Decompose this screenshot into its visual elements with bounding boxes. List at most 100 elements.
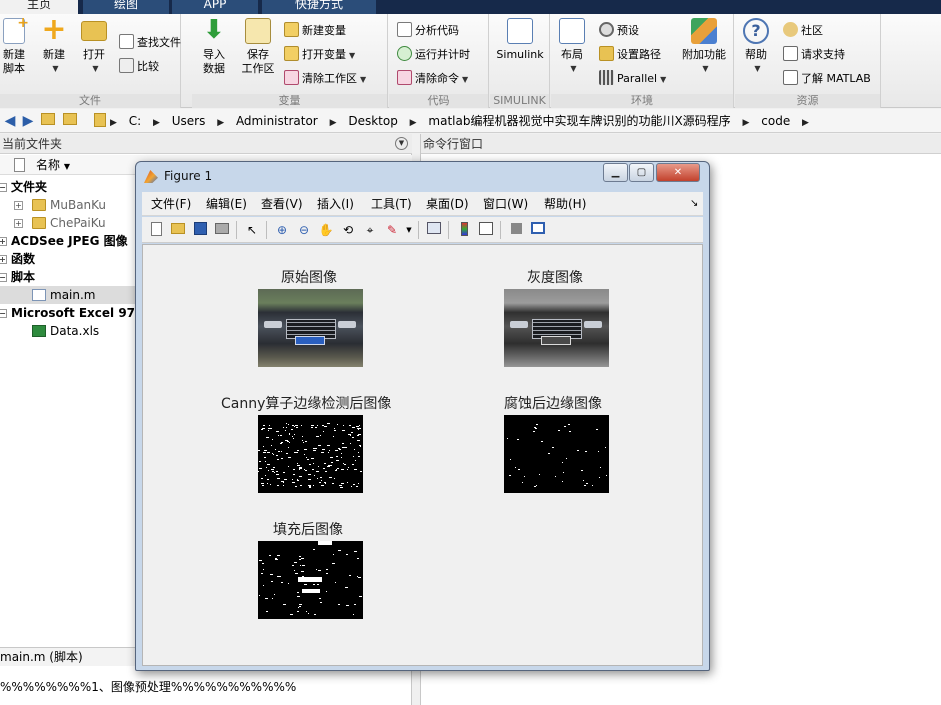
edit-plot-arrow-icon[interactable]: ↖: [244, 222, 260, 238]
new-script-button[interactable]: + 新建 脚本: [0, 16, 29, 76]
back-arrow-icon[interactable]: ◀: [2, 113, 18, 129]
breadcrumb-item[interactable]: C:: [129, 114, 141, 128]
edge-pixel: [262, 485, 264, 486]
breadcrumb-item[interactable]: Desktop: [348, 114, 398, 128]
show-plot-tools-icon[interactable]: [530, 222, 546, 238]
set-path-button[interactable]: 设置路径: [599, 46, 661, 64]
hide-plot-tools-icon[interactable]: [508, 222, 524, 238]
edge-pixel: [267, 464, 269, 465]
save-workspace-button[interactable]: 保存 工作区: [238, 18, 278, 76]
insert-colorbar-icon[interactable]: [456, 222, 472, 238]
add-ons-button[interactable]: 附加功能 ▼: [679, 18, 729, 76]
up-folder-icon[interactable]: [40, 113, 56, 129]
forward-arrow-icon[interactable]: ▶: [20, 113, 36, 129]
open-button[interactable]: 打开 ▼: [78, 18, 110, 76]
tree-group-label: Microsoft Excel 97-2: [11, 306, 149, 320]
new-button[interactable]: + 新建 ▼: [38, 15, 70, 76]
analyze-code-icon: [397, 22, 412, 37]
breadcrumb-item[interactable]: Users: [172, 114, 206, 128]
edge-pixel: [584, 485, 586, 486]
layout-button[interactable]: 布局 ▼: [557, 18, 587, 76]
parallel-button[interactable]: Parallel ▼: [599, 70, 666, 88]
expand-icon[interactable]: +: [14, 219, 23, 228]
open-variable-button[interactable]: 打开变量 ▼: [284, 46, 355, 64]
new-figure-icon[interactable]: [148, 222, 164, 238]
tab-plots[interactable]: 绘图: [83, 0, 169, 14]
browse-folder-icon[interactable]: [62, 113, 78, 129]
gear-icon: [599, 22, 614, 37]
pan-hand-icon[interactable]: ✋: [318, 222, 334, 238]
menu-file[interactable]: 文件(F): [151, 196, 191, 212]
collapse-icon[interactable]: −: [0, 183, 7, 192]
current-folder-title: 当前文件夹: [2, 137, 63, 151]
expand-icon[interactable]: +: [0, 237, 7, 246]
menu-window[interactable]: 窗口(W): [483, 196, 528, 212]
menu-edit[interactable]: 编辑(E): [206, 196, 247, 212]
edge-pixel: [359, 428, 361, 429]
chevron-down-icon: ▼: [570, 64, 577, 73]
collapse-icon[interactable]: −: [0, 309, 7, 318]
edge-pixel: [299, 559, 301, 560]
link-plot-icon[interactable]: [426, 222, 442, 238]
edge-pixel: [341, 469, 344, 470]
save-figure-icon[interactable]: [192, 222, 208, 238]
edge-pixel: [314, 614, 316, 615]
help-label: 帮助: [745, 48, 767, 61]
breadcrumb-item[interactable]: Administrator: [236, 114, 318, 128]
edge-pixel: [261, 573, 263, 574]
request-support-button[interactable]: 请求支持: [783, 46, 845, 64]
import-data-button[interactable]: ⬇ 导入 数据: [198, 17, 230, 76]
edge-pixel: [272, 453, 273, 454]
dock-arrow-icon[interactable]: ↘: [690, 196, 698, 212]
edge-pixel: [297, 463, 298, 464]
compare-button[interactable]: 比较: [119, 58, 159, 76]
panel-options-icon[interactable]: ▼: [395, 137, 408, 150]
close-button[interactable]: ✕: [656, 163, 700, 182]
sort-chevron-icon: ▼: [63, 162, 70, 171]
brush-chevron-down-icon[interactable]: ▼: [401, 222, 417, 238]
help-button[interactable]: ? 帮助 ▼: [739, 18, 773, 76]
print-figure-icon[interactable]: [214, 222, 230, 238]
tab-shortcuts[interactable]: 快捷方式: [262, 0, 376, 14]
breadcrumb-item[interactable]: matlab编程机器视觉中实现车牌识别的功能川X源码程序: [428, 114, 730, 128]
edge-pixel: [331, 462, 333, 463]
zoom-in-icon[interactable]: ⊕: [274, 222, 290, 238]
clear-workspace-button[interactable]: 清除工作区 ▼: [284, 70, 366, 88]
edge-pixel: [281, 442, 283, 443]
edge-pixel: [343, 425, 344, 426]
edge-pixel: [356, 486, 358, 487]
analyze-code-button[interactable]: 分析代码: [397, 22, 459, 40]
expand-icon[interactable]: +: [14, 201, 23, 210]
rotate-3d-icon[interactable]: ⟲: [340, 222, 356, 238]
maximize-button[interactable]: ▢: [629, 163, 654, 182]
figure-canvas[interactable]: 原始图像 灰度图像 Canny算子边缘检测后图像 腐蚀后边缘图像 填充后图像: [142, 244, 703, 666]
zoom-out-icon[interactable]: ⊖: [296, 222, 312, 238]
expand-icon[interactable]: +: [0, 255, 7, 264]
menu-tools[interactable]: 工具(T): [371, 196, 412, 212]
preferences-button[interactable]: 预设: [599, 22, 639, 40]
breadcrumb-item[interactable]: code: [761, 114, 790, 128]
menu-desktop[interactable]: 桌面(D): [426, 196, 469, 212]
column-name-header[interactable]: 名称 ▼: [36, 155, 70, 177]
edge-pixel: [333, 554, 334, 555]
data-cursor-icon[interactable]: ⌖: [362, 222, 378, 238]
menu-help[interactable]: 帮助(H): [544, 196, 586, 212]
edge-pixel: [359, 445, 361, 446]
community-button[interactable]: 社区: [783, 22, 823, 40]
menu-insert[interactable]: 插入(I): [317, 196, 354, 212]
brush-icon[interactable]: ✎: [384, 222, 400, 238]
collapse-icon[interactable]: −: [0, 273, 7, 282]
menu-view[interactable]: 查看(V): [261, 196, 303, 212]
clear-commands-button[interactable]: 清除命令 ▼: [397, 70, 468, 88]
run-and-time-button[interactable]: 运行并计时: [397, 46, 470, 64]
learn-matlab-button[interactable]: 了解 MATLAB: [783, 70, 871, 88]
find-files-button[interactable]: 查找文件: [119, 34, 181, 52]
tab-apps[interactable]: APP: [172, 0, 258, 14]
new-variable-button[interactable]: 新建变量: [284, 22, 346, 40]
edge-pixel: [333, 436, 334, 437]
simulink-button[interactable]: Simulink: [494, 18, 546, 62]
command-history-line[interactable]: %%%%%%%%1、图像预处理%%%%%%%%%%%: [0, 678, 412, 696]
minimize-button[interactable]: ▁: [603, 163, 628, 182]
insert-legend-icon[interactable]: [478, 222, 494, 238]
open-file-icon[interactable]: [170, 222, 186, 238]
